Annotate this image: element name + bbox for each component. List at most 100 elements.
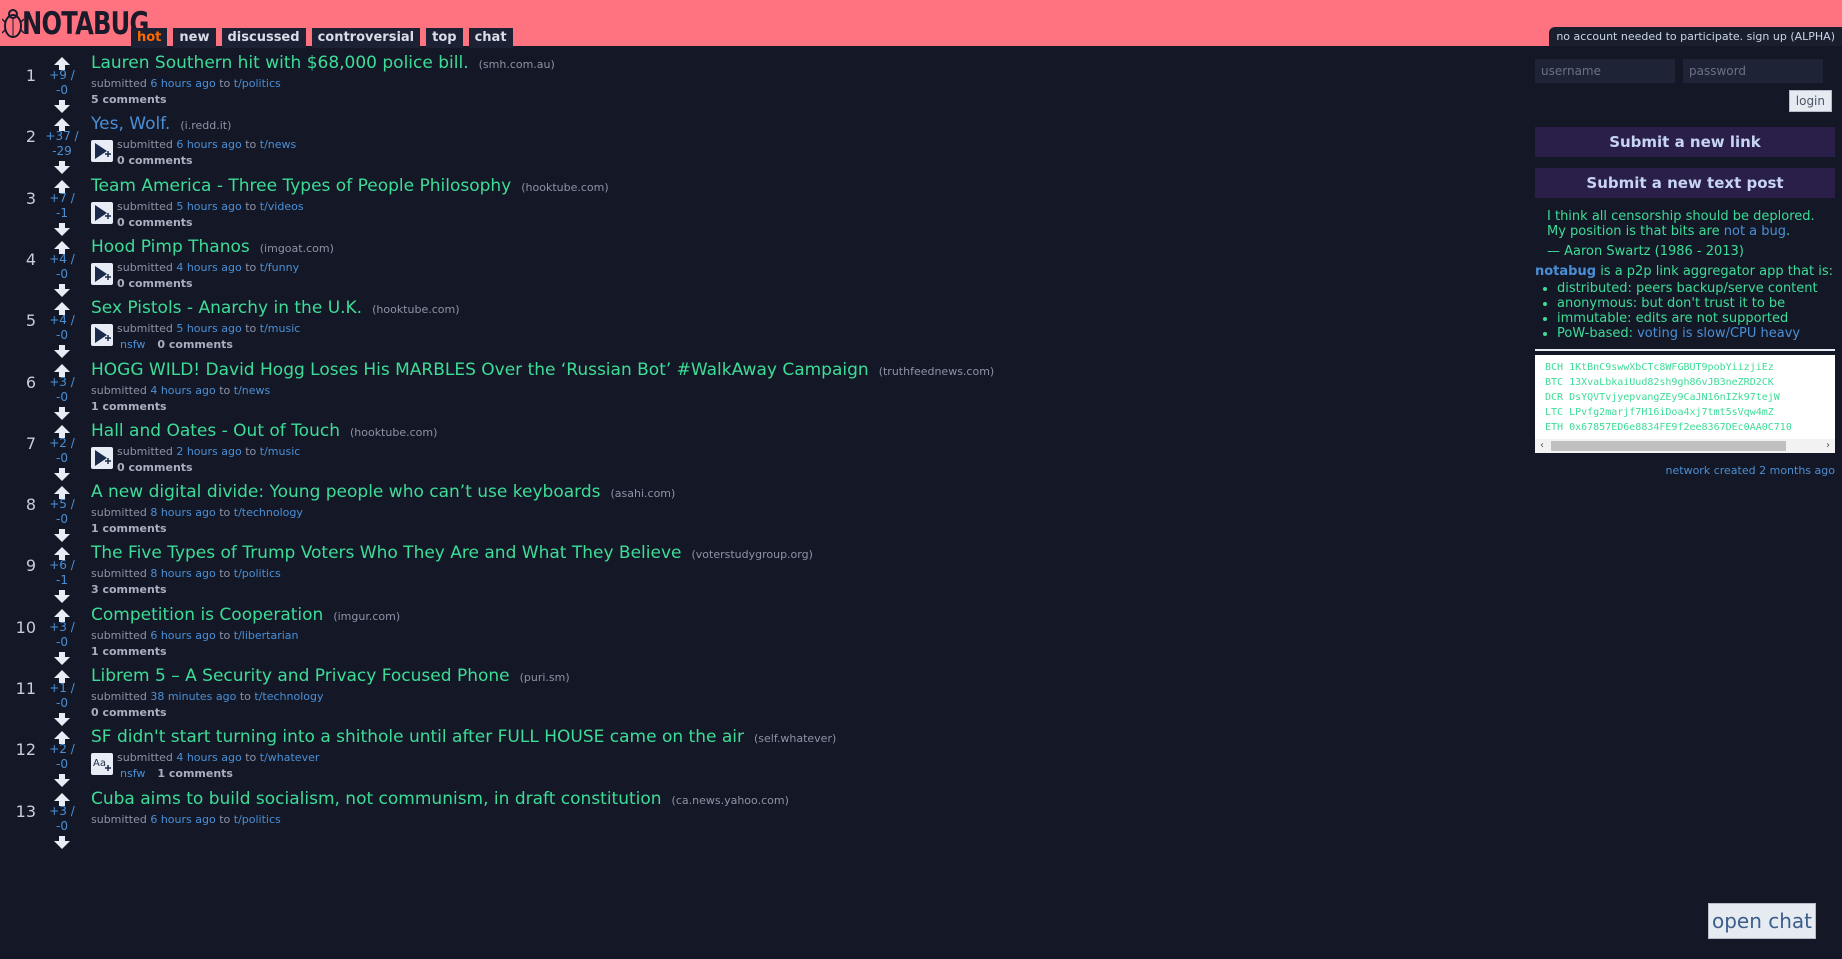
post-domain[interactable]: (self.whatever) <box>754 732 836 745</box>
post-domain[interactable]: (smh.com.au) <box>479 58 555 71</box>
nsfw-tag[interactable]: nsfw <box>120 338 145 351</box>
post-topic[interactable]: t/videos <box>260 200 304 213</box>
post-topic[interactable]: t/technology <box>254 690 323 703</box>
submit-link-button[interactable]: Submit a new link <box>1535 127 1835 157</box>
comments-link[interactable]: 0 comments <box>91 706 167 719</box>
scroll-left-icon[interactable]: ‹ <box>1535 439 1549 453</box>
post-title-link[interactable]: HOGG WILD! David Hogg Loses His MARBLES … <box>91 360 869 380</box>
signup-link[interactable]: no account needed to participate. sign u… <box>1549 27 1842 46</box>
username-input[interactable] <box>1535 59 1675 83</box>
post-domain[interactable]: (hooktube.com) <box>521 181 608 194</box>
post-topic[interactable]: t/news <box>234 384 271 397</box>
crypto-lines[interactable]: BCH 1KtBnC9swwXbCTc8WFGBUT9pobYiizjiEz B… <box>1545 360 1792 435</box>
post-age[interactable]: 6 hours ago <box>150 813 215 826</box>
post-topic[interactable]: t/music <box>260 322 301 335</box>
nsfw-tag[interactable]: nsfw <box>120 767 145 780</box>
post-title-link[interactable]: Hood Pimp Thanos <box>91 237 250 257</box>
tab-top[interactable]: top <box>426 28 463 48</box>
post-domain[interactable]: (hooktube.com) <box>372 303 459 316</box>
video-thumbnail-icon[interactable] <box>91 140 113 163</box>
comments-link[interactable]: 1 comments <box>157 767 233 780</box>
post-title-link[interactable]: Lauren Southern hit with $68,000 police … <box>91 53 469 73</box>
post-title-link[interactable]: Yes, Wolf. <box>91 114 170 134</box>
post-domain[interactable]: (asahi.com) <box>611 487 676 500</box>
comments-link[interactable]: 0 comments <box>117 154 193 167</box>
comments-link[interactable]: 1 comments <box>91 400 167 413</box>
comments-link[interactable]: 5 comments <box>91 93 167 106</box>
post-title-link[interactable]: The Five Types of Trump Voters Who They … <box>91 543 681 563</box>
post-domain[interactable]: (ca.news.yahoo.com) <box>672 794 789 807</box>
upvote-icon[interactable] <box>54 729 70 745</box>
video-thumbnail-icon[interactable] <box>91 446 113 469</box>
post-topic[interactable]: t/politics <box>234 77 281 90</box>
post-title-link[interactable]: SF didn't start turning into a shithole … <box>91 727 744 747</box>
post-domain[interactable]: (imgoat.com) <box>260 242 334 255</box>
upvote-icon[interactable] <box>54 423 70 438</box>
post-title-link[interactable]: Cuba aims to build socialism, not commun… <box>91 789 662 809</box>
downvote-icon[interactable] <box>54 834 70 849</box>
post-topic[interactable]: t/whatever <box>260 751 320 764</box>
comments-link[interactable]: 0 comments <box>117 461 193 474</box>
post-age[interactable]: 8 hours ago <box>150 567 215 580</box>
post-age[interactable]: 5 hours ago <box>176 322 241 335</box>
comments-link[interactable]: 0 comments <box>117 216 193 229</box>
upvote-icon[interactable] <box>54 55 70 70</box>
password-input[interactable] <box>1683 59 1823 83</box>
post-domain[interactable]: (voterstudygroup.org) <box>691 548 812 561</box>
post-domain[interactable]: (puri.sm) <box>520 671 570 684</box>
post-domain[interactable]: (i.redd.it) <box>180 119 231 132</box>
post-age[interactable]: 5 hours ago <box>176 200 241 213</box>
comments-link[interactable]: 3 comments <box>91 583 167 596</box>
post-topic[interactable]: t/technology <box>234 506 303 519</box>
post-age[interactable]: 4 hours ago <box>176 751 241 764</box>
scroll-thumb[interactable] <box>1551 441 1786 451</box>
post-title-link[interactable]: Team America - Three Types of People Phi… <box>91 176 511 196</box>
scroll-right-icon[interactable]: › <box>1821 439 1835 453</box>
post-topic[interactable]: t/funny <box>260 261 299 274</box>
post-topic[interactable]: t/libertarian <box>234 629 299 642</box>
upvote-icon[interactable] <box>54 362 70 377</box>
comments-link[interactable]: 0 comments <box>117 277 193 290</box>
post-title-link[interactable]: Hall and Oates - Out of Touch <box>91 421 340 441</box>
horizontal-scrollbar[interactable]: ‹ › <box>1535 439 1835 453</box>
post-age[interactable]: 4 hours ago <box>176 261 241 274</box>
upvote-icon[interactable] <box>54 791 70 806</box>
text-post-thumbnail-icon[interactable]: Aa <box>91 753 113 776</box>
post-age[interactable]: 2 hours ago <box>176 445 241 458</box>
tab-hot[interactable]: hot <box>131 28 168 48</box>
post-age[interactable]: 6 hours ago <box>176 138 241 151</box>
tab-new[interactable]: new <box>173 28 216 48</box>
post-topic[interactable]: t/music <box>260 445 301 458</box>
post-age[interactable]: 38 minutes ago <box>150 690 236 703</box>
open-chat-button[interactable]: open chat <box>1708 903 1816 939</box>
upvote-icon[interactable] <box>54 607 70 622</box>
upvote-icon[interactable] <box>54 300 70 316</box>
upvote-icon[interactable] <box>54 545 70 561</box>
post-age[interactable]: 4 hours ago <box>150 384 215 397</box>
tab-controversial[interactable]: controversial <box>311 28 421 48</box>
post-topic[interactable]: t/politics <box>234 567 281 580</box>
tab-chat[interactable]: chat <box>468 28 513 48</box>
comments-link[interactable]: 0 comments <box>157 338 233 351</box>
upvote-icon[interactable] <box>54 484 70 500</box>
upvote-icon[interactable] <box>54 239 70 254</box>
video-thumbnail-icon[interactable] <box>91 262 113 285</box>
post-age[interactable]: 8 hours ago <box>150 506 215 519</box>
post-domain[interactable]: (truthfeednews.com) <box>879 365 995 378</box>
upvote-icon[interactable] <box>54 668 70 683</box>
post-title-link[interactable]: A new digital divide: Young people who c… <box>91 482 601 502</box>
post-topic[interactable]: t/news <box>260 138 297 151</box>
comments-link[interactable]: 1 comments <box>91 522 167 535</box>
post-age[interactable]: 6 hours ago <box>150 77 215 90</box>
post-domain[interactable]: (hooktube.com) <box>350 426 437 439</box>
login-button[interactable]: login <box>1788 90 1832 112</box>
post-title-link[interactable]: Sex Pistols - Anarchy in the U.K. <box>91 298 362 318</box>
post-age[interactable]: 6 hours ago <box>150 629 215 642</box>
post-topic[interactable]: t/politics <box>234 813 281 826</box>
submit-text-post-button[interactable]: Submit a new text post <box>1535 168 1835 198</box>
video-thumbnail-icon[interactable] <box>91 201 113 224</box>
post-domain[interactable]: (imgur.com) <box>333 610 400 623</box>
post-title-link[interactable]: Librem 5 – A Security and Privacy Focuse… <box>91 666 510 686</box>
video-thumbnail-icon[interactable] <box>91 324 113 347</box>
upvote-icon[interactable] <box>54 116 70 132</box>
